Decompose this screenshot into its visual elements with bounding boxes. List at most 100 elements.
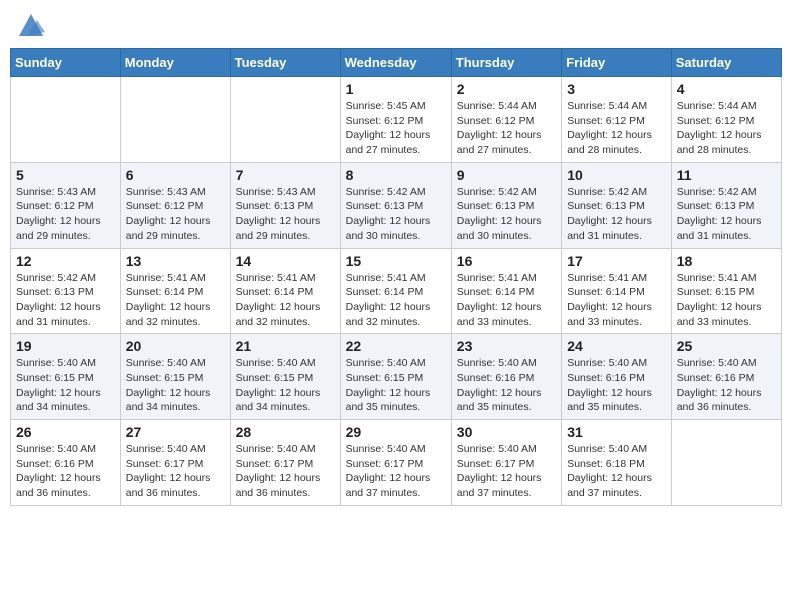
calendar-week-5: 26 Sunrise: 5:40 AM Sunset: 6:16 PM Dayli… <box>11 420 782 506</box>
calendar-cell: 28Sunrise: 5:40 AM Sunset: 6:17 PM Dayli… <box>230 420 340 506</box>
day-number: 20 <box>126 338 225 354</box>
day-number: 31 <box>567 424 666 440</box>
day-number: 1 <box>346 81 446 97</box>
day-number: 21 <box>236 338 335 354</box>
day-info: Sunrise: 5:45 AM Sunset: 6:12 PM Dayligh… <box>346 99 446 158</box>
day-info: Sunrise: 5:44 AM Sunset: 6:12 PM Dayligh… <box>677 99 776 158</box>
day-number: 9 <box>457 167 556 183</box>
calendar-cell: 25Sunrise: 5:40 AM Sunset: 6:16 PM Dayli… <box>671 334 781 420</box>
calendar-cell: 4 Sunrise: 5:44 AM Sunset: 6:12 PM Daylig… <box>671 77 781 163</box>
day-info: Sunrise: 5:40 AM Sunset: 6:17 PM Dayligh… <box>236 442 335 501</box>
day-header-sunday: Sunday <box>11 49 121 77</box>
day-info: Sunrise: 5:41 AM Sunset: 6:14 PM Dayligh… <box>346 271 446 330</box>
calendar-cell: 22Sunrise: 5:40 AM Sunset: 6:15 PM Dayli… <box>340 334 451 420</box>
day-number: 14 <box>236 253 335 269</box>
day-info: Sunrise: 5:40 AM Sunset: 6:18 PM Dayligh… <box>567 442 666 501</box>
calendar-cell: 3 Sunrise: 5:44 AM Sunset: 6:12 PM Daylig… <box>562 77 672 163</box>
calendar-cell: 10 Sunrise: 5:42 AM Sunset: 6:13 PM Dayli… <box>562 162 672 248</box>
calendar-cell: 8 Sunrise: 5:42 AM Sunset: 6:13 PM Daylig… <box>340 162 451 248</box>
calendar-cell: 23 Sunrise: 5:40 AM Sunset: 6:16 PM Dayli… <box>451 334 561 420</box>
day-number: 11 <box>677 167 776 183</box>
calendar-cell: 11 Sunrise: 5:42 AM Sunset: 6:13 PM Dayli… <box>671 162 781 248</box>
day-header-saturday: Saturday <box>671 49 781 77</box>
calendar-cell <box>230 77 340 163</box>
calendar-cell: 21Sunrise: 5:40 AM Sunset: 6:15 PM Dayli… <box>230 334 340 420</box>
day-info: Sunrise: 5:41 AM Sunset: 6:14 PM Dayligh… <box>457 271 556 330</box>
calendar-cell: 13Sunrise: 5:41 AM Sunset: 6:14 PM Dayli… <box>120 248 230 334</box>
day-info: Sunrise: 5:40 AM Sunset: 6:16 PM Dayligh… <box>457 356 556 415</box>
calendar-cell: 12 Sunrise: 5:42 AM Sunset: 6:13 PM Dayli… <box>11 248 121 334</box>
day-number: 7 <box>236 167 335 183</box>
calendar-table: SundayMondayTuesdayWednesdayThursdayFrid… <box>10 48 782 506</box>
calendar-cell: 26 Sunrise: 5:40 AM Sunset: 6:16 PM Dayli… <box>11 420 121 506</box>
day-number: 13 <box>126 253 225 269</box>
day-info: Sunrise: 5:44 AM Sunset: 6:12 PM Dayligh… <box>457 99 556 158</box>
day-header-monday: Monday <box>120 49 230 77</box>
day-number: 29 <box>346 424 446 440</box>
day-info: Sunrise: 5:40 AM Sunset: 6:16 PM Dayligh… <box>16 442 115 501</box>
day-number: 15 <box>346 253 446 269</box>
day-number: 8 <box>346 167 446 183</box>
calendar-week-4: 19 Sunrise: 5:40 AM Sunset: 6:15 PM Dayli… <box>11 334 782 420</box>
logo <box>15 10 45 38</box>
calendar-cell: 27Sunrise: 5:40 AM Sunset: 6:17 PM Dayli… <box>120 420 230 506</box>
page-header <box>10 10 782 38</box>
day-info: Sunrise: 5:41 AM Sunset: 6:14 PM Dayligh… <box>567 271 666 330</box>
day-info: Sunrise: 5:42 AM Sunset: 6:13 PM Dayligh… <box>346 185 446 244</box>
day-number: 19 <box>16 338 115 354</box>
calendar-cell: 31 Sunrise: 5:40 AM Sunset: 6:18 PM Dayli… <box>562 420 672 506</box>
calendar-week-2: 5Sunrise: 5:43 AM Sunset: 6:12 PM Daylig… <box>11 162 782 248</box>
calendar-cell: 19 Sunrise: 5:40 AM Sunset: 6:15 PM Dayli… <box>11 334 121 420</box>
calendar-cell: 30Sunrise: 5:40 AM Sunset: 6:17 PM Dayli… <box>451 420 561 506</box>
day-info: Sunrise: 5:40 AM Sunset: 6:15 PM Dayligh… <box>16 356 115 415</box>
calendar-cell <box>120 77 230 163</box>
day-info: Sunrise: 5:40 AM Sunset: 6:15 PM Dayligh… <box>126 356 225 415</box>
day-header-friday: Friday <box>562 49 672 77</box>
day-number: 24 <box>567 338 666 354</box>
day-number: 6 <box>126 167 225 183</box>
day-number: 4 <box>677 81 776 97</box>
day-number: 12 <box>16 253 115 269</box>
day-number: 18 <box>677 253 776 269</box>
calendar-week-3: 12 Sunrise: 5:42 AM Sunset: 6:13 PM Dayli… <box>11 248 782 334</box>
calendar-cell: 14 Sunrise: 5:41 AM Sunset: 6:14 PM Dayli… <box>230 248 340 334</box>
day-info: Sunrise: 5:41 AM Sunset: 6:14 PM Dayligh… <box>236 271 335 330</box>
day-info: Sunrise: 5:40 AM Sunset: 6:16 PM Dayligh… <box>677 356 776 415</box>
calendar-cell: 2 Sunrise: 5:44 AM Sunset: 6:12 PM Daylig… <box>451 77 561 163</box>
calendar-cell: 17 Sunrise: 5:41 AM Sunset: 6:14 PM Dayli… <box>562 248 672 334</box>
calendar-cell: 6Sunrise: 5:43 AM Sunset: 6:12 PM Daylig… <box>120 162 230 248</box>
calendar-cell: 20 Sunrise: 5:40 AM Sunset: 6:15 PM Dayli… <box>120 334 230 420</box>
day-info: Sunrise: 5:42 AM Sunset: 6:13 PM Dayligh… <box>16 271 115 330</box>
day-header-wednesday: Wednesday <box>340 49 451 77</box>
day-header-thursday: Thursday <box>451 49 561 77</box>
day-number: 17 <box>567 253 666 269</box>
logo-icon <box>17 10 45 38</box>
day-number: 16 <box>457 253 556 269</box>
day-info: Sunrise: 5:42 AM Sunset: 6:13 PM Dayligh… <box>677 185 776 244</box>
day-number: 5 <box>16 167 115 183</box>
calendar-cell: 18Sunrise: 5:41 AM Sunset: 6:15 PM Dayli… <box>671 248 781 334</box>
calendar-cell: 7Sunrise: 5:43 AM Sunset: 6:13 PM Daylig… <box>230 162 340 248</box>
day-number: 26 <box>16 424 115 440</box>
day-info: Sunrise: 5:40 AM Sunset: 6:16 PM Dayligh… <box>567 356 666 415</box>
day-number: 22 <box>346 338 446 354</box>
day-number: 3 <box>567 81 666 97</box>
day-number: 23 <box>457 338 556 354</box>
calendar-cell: 9Sunrise: 5:42 AM Sunset: 6:13 PM Daylig… <box>451 162 561 248</box>
calendar-cell: 24 Sunrise: 5:40 AM Sunset: 6:16 PM Dayli… <box>562 334 672 420</box>
calendar-cell: 16 Sunrise: 5:41 AM Sunset: 6:14 PM Dayli… <box>451 248 561 334</box>
calendar-header-row: SundayMondayTuesdayWednesdayThursdayFrid… <box>11 49 782 77</box>
calendar-week-1: 1 Sunrise: 5:45 AM Sunset: 6:12 PM Daylig… <box>11 77 782 163</box>
day-number: 27 <box>126 424 225 440</box>
calendar-cell: 15 Sunrise: 5:41 AM Sunset: 6:14 PM Dayli… <box>340 248 451 334</box>
day-number: 2 <box>457 81 556 97</box>
day-info: Sunrise: 5:44 AM Sunset: 6:12 PM Dayligh… <box>567 99 666 158</box>
day-number: 30 <box>457 424 556 440</box>
day-info: Sunrise: 5:42 AM Sunset: 6:13 PM Dayligh… <box>567 185 666 244</box>
calendar-cell: 29Sunrise: 5:40 AM Sunset: 6:17 PM Dayli… <box>340 420 451 506</box>
calendar-cell <box>11 77 121 163</box>
day-header-tuesday: Tuesday <box>230 49 340 77</box>
calendar-cell <box>671 420 781 506</box>
calendar-cell: 5Sunrise: 5:43 AM Sunset: 6:12 PM Daylig… <box>11 162 121 248</box>
day-number: 10 <box>567 167 666 183</box>
